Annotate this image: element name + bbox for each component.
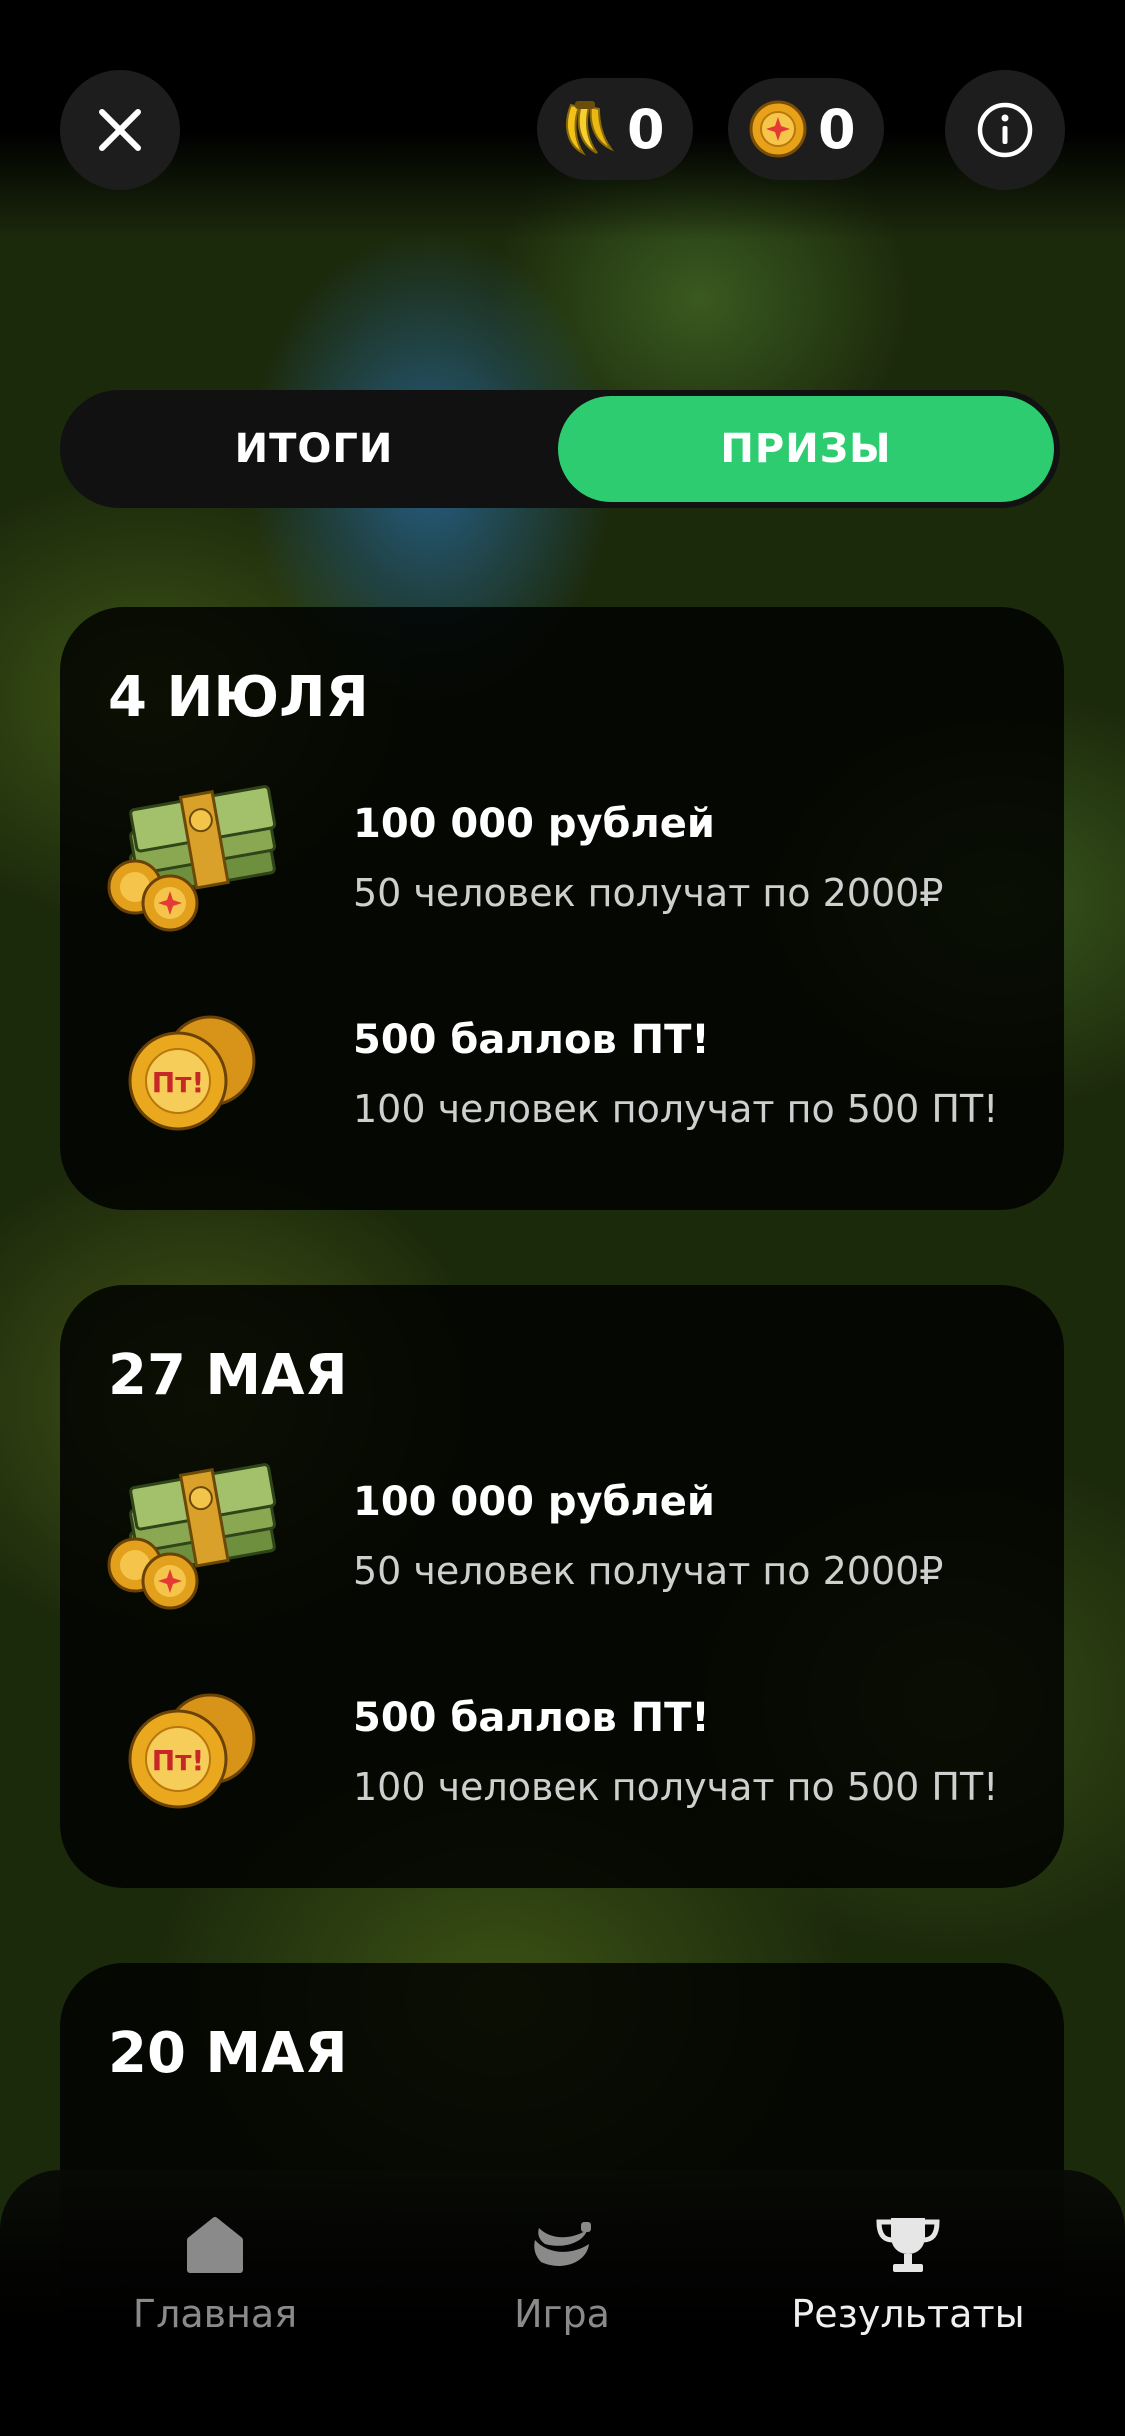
bottom-nav: Главная Игра Результаты bbox=[0, 2170, 1125, 2436]
points-counter[interactable]: 0 bbox=[728, 78, 884, 180]
segment-control: ИТОГИ ПРИЗЫ bbox=[60, 390, 1060, 508]
prize-description: 50 человек получат по 2000₽ bbox=[353, 1549, 944, 1593]
prize-card: 27 МАЯ 100 000 рублей 50 человек получат… bbox=[60, 1285, 1064, 1888]
card-date: 20 МАЯ bbox=[108, 2021, 348, 2086]
nav-item-home[interactable]: Главная bbox=[65, 2210, 365, 2336]
prize-title: 100 000 рублей bbox=[353, 1479, 715, 1525]
points-count: 0 bbox=[818, 97, 856, 161]
svg-text:Пт!: Пт! bbox=[152, 1744, 204, 1777]
money-stack-icon bbox=[107, 1463, 277, 1610]
tab-results-label: ИТОГИ bbox=[234, 426, 394, 472]
prize-card: 4 ИЮЛЯ 100 000 рублей 50 человек получат… bbox=[60, 607, 1064, 1210]
bananas-count: 0 bbox=[627, 97, 665, 161]
pt-chips-icon: Пт! bbox=[128, 1693, 256, 1809]
close-icon bbox=[99, 109, 141, 151]
prize-description: 100 человек получат по 500 ПТ! bbox=[353, 1087, 999, 1131]
trophy-icon bbox=[876, 2218, 940, 2272]
close-button[interactable] bbox=[60, 70, 180, 190]
nav-item-game[interactable]: Игра bbox=[412, 2210, 712, 2336]
prize-item: Пт! 500 баллов ПТ! 100 человек получат п… bbox=[100, 995, 1040, 1155]
prize-title: 100 000 рублей bbox=[353, 801, 715, 847]
prize-item: 100 000 рублей 50 человек получат по 200… bbox=[100, 1457, 1040, 1617]
card-date: 27 МАЯ bbox=[108, 1343, 348, 1408]
bananas-counter[interactable]: 0 bbox=[537, 78, 693, 180]
prize-title: 500 баллов ПТ! bbox=[353, 1695, 710, 1741]
nav-label-results: Результаты bbox=[791, 2292, 1025, 2336]
home-icon bbox=[187, 2217, 243, 2273]
bananas-icon bbox=[566, 101, 614, 156]
nav-item-results[interactable]: Результаты bbox=[758, 2210, 1058, 2336]
info-button[interactable] bbox=[945, 70, 1065, 190]
nav-label-game: Игра bbox=[514, 2292, 610, 2336]
tab-results[interactable]: ИТОГИ bbox=[66, 396, 562, 502]
info-icon bbox=[977, 102, 1033, 158]
banana-icon bbox=[534, 2222, 591, 2266]
nav-label-home: Главная bbox=[132, 2292, 298, 2336]
tab-prizes[interactable]: ПРИЗЫ bbox=[558, 396, 1054, 502]
pt-chip-icon bbox=[749, 100, 807, 158]
card-date: 4 ИЮЛЯ bbox=[108, 665, 369, 730]
tab-prizes-label: ПРИЗЫ bbox=[720, 426, 892, 472]
prize-item: Пт! 500 баллов ПТ! 100 человек получат п… bbox=[100, 1673, 1040, 1833]
prize-description: 50 человек получат по 2000₽ bbox=[353, 871, 944, 915]
prize-description: 100 человек получат по 500 ПТ! bbox=[353, 1765, 999, 1809]
pt-chips-icon: Пт! bbox=[128, 1015, 256, 1131]
prize-title: 500 баллов ПТ! bbox=[353, 1017, 710, 1063]
prize-item: 100 000 рублей 50 человек получат по 200… bbox=[100, 779, 1040, 939]
money-stack-icon bbox=[107, 785, 277, 932]
svg-text:Пт!: Пт! bbox=[152, 1066, 204, 1099]
